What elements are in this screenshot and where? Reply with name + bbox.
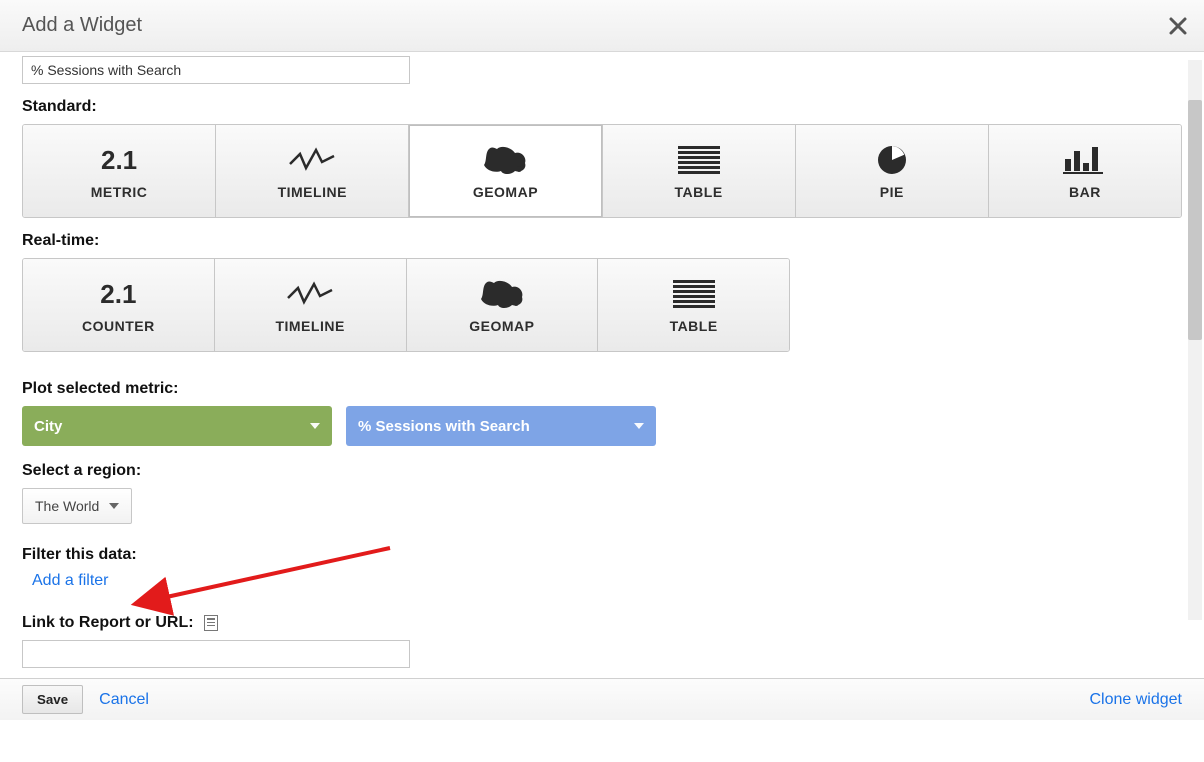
table-icon bbox=[678, 142, 720, 178]
report-icon bbox=[204, 615, 218, 631]
tile-pie[interactable]: PIE bbox=[796, 125, 989, 217]
tile-counter[interactable]: 2.1 COUNTER bbox=[23, 259, 215, 351]
tile-rt-geomap[interactable]: GEOMAP bbox=[407, 259, 599, 351]
filter-label: Filter this data: bbox=[22, 546, 1182, 564]
region-label: Select a region: bbox=[22, 462, 1182, 480]
standard-label: Standard: bbox=[22, 98, 1182, 116]
realtime-tile-row: 2.1 COUNTER TIMELINE GEOMAP TABLE bbox=[22, 258, 790, 352]
tile-label: METRIC bbox=[91, 184, 148, 200]
bar-icon bbox=[1063, 142, 1107, 178]
tile-timeline[interactable]: TIMELINE bbox=[216, 125, 409, 217]
save-button[interactable]: Save bbox=[22, 685, 83, 714]
modal-title: Add a Widget bbox=[22, 14, 142, 37]
counter-icon: 2.1 bbox=[100, 276, 136, 312]
modal-footer: Save Cancel Clone widget bbox=[0, 678, 1204, 720]
tile-label: GEOMAP bbox=[473, 184, 538, 200]
tile-metric[interactable]: 2.1 METRIC bbox=[23, 125, 216, 217]
realtime-label: Real-time: bbox=[22, 232, 1182, 250]
close-icon[interactable] bbox=[1166, 14, 1190, 38]
tile-rt-timeline[interactable]: TIMELINE bbox=[215, 259, 407, 351]
widget-name-input[interactable] bbox=[22, 56, 410, 84]
metric-value: % Sessions with Search bbox=[358, 418, 530, 435]
tile-label: TIMELINE bbox=[275, 318, 344, 334]
add-filter-link[interactable]: Add a filter bbox=[32, 572, 108, 589]
tile-label: TABLE bbox=[670, 318, 718, 334]
geomap-icon bbox=[478, 276, 526, 312]
cancel-link[interactable]: Cancel bbox=[99, 691, 149, 709]
link-report-input[interactable] bbox=[22, 640, 410, 668]
standard-tile-row: 2.1 METRIC TIMELINE GEOMAP TABLE bbox=[22, 124, 1182, 218]
timeline-icon bbox=[288, 142, 336, 178]
tile-label: PIE bbox=[880, 184, 904, 200]
region-value: The World bbox=[35, 498, 99, 514]
tile-label: GEOMAP bbox=[469, 318, 534, 334]
link-report-label: Link to Report or URL: bbox=[22, 614, 1182, 632]
table-icon bbox=[673, 276, 715, 312]
chevron-down-icon bbox=[634, 423, 644, 429]
tile-label: BAR bbox=[1069, 184, 1101, 200]
tile-label: COUNTER bbox=[82, 318, 155, 334]
plot-label: Plot selected metric: bbox=[22, 380, 1182, 398]
pie-icon bbox=[876, 142, 908, 178]
tile-label: TIMELINE bbox=[278, 184, 347, 200]
chevron-down-icon bbox=[109, 503, 119, 509]
timeline-icon bbox=[286, 276, 334, 312]
geomap-icon bbox=[481, 142, 529, 178]
tile-geomap[interactable]: GEOMAP bbox=[409, 125, 602, 217]
modal-titlebar: Add a Widget bbox=[0, 0, 1204, 52]
modal-body: Standard: 2.1 METRIC TIMELINE GEOMAP bbox=[0, 52, 1204, 720]
tile-table[interactable]: TABLE bbox=[603, 125, 796, 217]
metric-icon: 2.1 bbox=[101, 142, 137, 178]
vertical-scrollbar[interactable] bbox=[1188, 60, 1202, 620]
dimension-value: City bbox=[34, 418, 62, 435]
region-select[interactable]: The World bbox=[22, 488, 132, 524]
metric-select[interactable]: % Sessions with Search bbox=[346, 406, 656, 446]
add-widget-modal: Add a Widget Standard: 2.1 METRIC TIMELI… bbox=[0, 0, 1204, 720]
chevron-down-icon bbox=[310, 423, 320, 429]
scrollbar-thumb[interactable] bbox=[1188, 100, 1202, 340]
clone-widget-link[interactable]: Clone widget bbox=[1090, 691, 1183, 709]
dimension-select[interactable]: City bbox=[22, 406, 332, 446]
tile-bar[interactable]: BAR bbox=[989, 125, 1181, 217]
tile-label: TABLE bbox=[675, 184, 723, 200]
plot-pill-row: City % Sessions with Search bbox=[22, 406, 1182, 446]
tile-rt-table[interactable]: TABLE bbox=[598, 259, 789, 351]
